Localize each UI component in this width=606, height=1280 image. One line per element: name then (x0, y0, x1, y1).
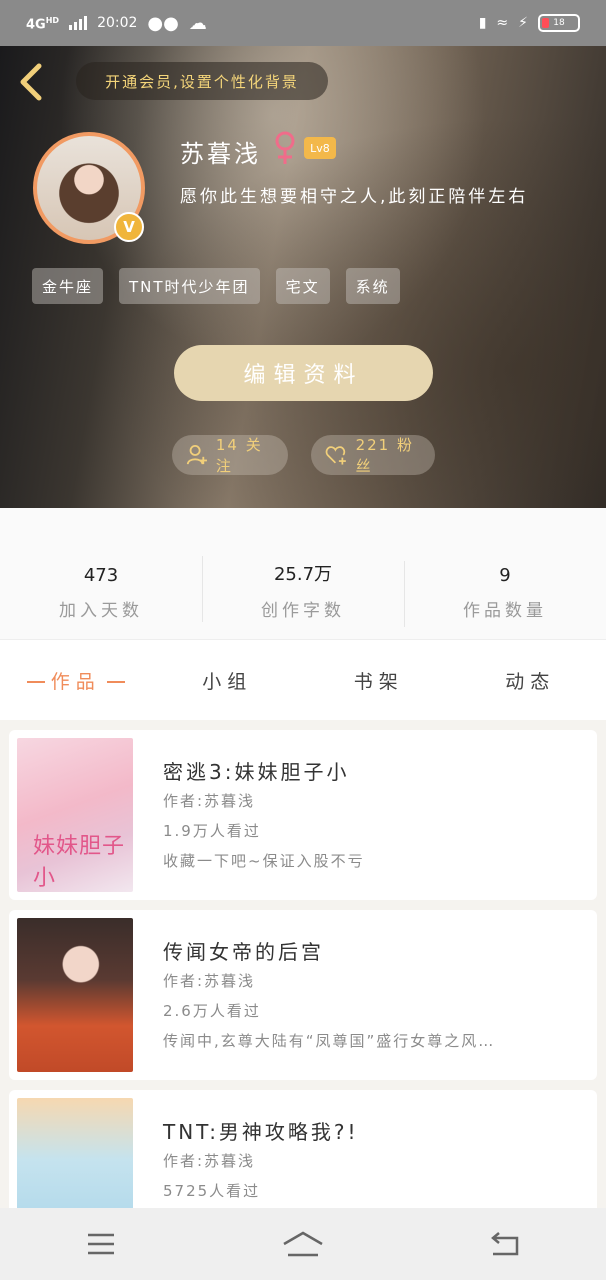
battery-icon: 18 (538, 14, 580, 32)
status-bar: 4GHD 20:02 ●● ☁ ▮ ≈ ⚡ 18 (0, 0, 606, 46)
tab-bookshelf[interactable]: 书架 (303, 667, 455, 694)
stat-works: 9 作品数量 (404, 561, 606, 627)
book-cover[interactable]: 妹妹胆子小 (17, 738, 133, 892)
stat-value: 9 (499, 565, 511, 586)
tab-label: 作品 (50, 670, 101, 693)
stat-label: 创作字数 (261, 601, 345, 621)
stat-value: 473 (83, 565, 119, 586)
work-description: 收藏一下吧~保证入股不亏 (163, 852, 365, 870)
signature: 愿你此生想要相守之人,此刻正陪伴左右 (180, 187, 529, 207)
signal-icon (69, 16, 88, 30)
username: 苏暮浅 (180, 140, 261, 168)
stat-words: 25.7万 创作字数 (202, 556, 404, 622)
wifi-icon: ≈ (496, 15, 509, 31)
work-author: 作者:苏暮浅 (163, 792, 256, 810)
female-icon (275, 131, 295, 164)
work-card[interactable]: 妹妹胆子小 密逃3:妹妹胆子小 作者:苏暮浅 1.9万人看过 收藏一下吧~保证入… (9, 730, 597, 900)
home-button[interactable] (273, 1219, 333, 1269)
verified-badge: V (114, 212, 144, 242)
stat-value: 25.7万 (273, 564, 333, 585)
back-button[interactable] (14, 62, 48, 102)
profile-header: 开通会员,设置个性化背景 V 苏暮浅 Lv8 愿你此生想要相守之人,此刻正陪伴左… (0, 46, 606, 508)
work-author: 作者:苏暮浅 (163, 972, 256, 990)
stats-bar: 473 加入天数 25.7万 创作字数 9 作品数量 (0, 508, 606, 640)
back-arrow-icon (491, 1232, 519, 1256)
tab-works[interactable]: 作品 (0, 667, 152, 694)
stat-label: 加入天数 (59, 601, 143, 621)
tab-updates[interactable]: 动态 (455, 667, 606, 694)
tag-fandom[interactable]: TNT时代少年团 (119, 268, 260, 304)
tag-list: 金牛座 TNT时代少年团 宅文 系统 (32, 268, 400, 304)
work-card[interactable]: 传闻女帝的后宫 作者:苏暮浅 2.6万人看过 传闻中,玄尊大陆有“凤尊国”盛行女… (9, 910, 597, 1080)
tag-zodiac[interactable]: 金牛座 (32, 268, 104, 304)
work-description: 传闻中,玄尊大陆有“凤尊国”盛行女尊之风… (163, 1032, 496, 1050)
wechat-icon: ●● (147, 12, 179, 34)
stat-days: 473 加入天数 (0, 565, 202, 621)
home-icon (283, 1231, 323, 1257)
tag-system[interactable]: 系统 (345, 268, 400, 304)
edit-profile-button[interactable]: 编辑资料 (174, 345, 433, 401)
cover-title: 妹妹胆子小 (33, 834, 126, 891)
work-title[interactable]: TNT:男神攻略我?! (163, 1116, 359, 1145)
level-badge: Lv8 (304, 137, 336, 159)
work-author: 作者:苏暮浅 (163, 1152, 256, 1170)
stat-label: 作品数量 (463, 601, 547, 621)
heart-plus-icon (325, 446, 346, 465)
works-list: 妹妹胆子小 密逃3:妹妹胆子小 作者:苏暮浅 1.9万人看过 收藏一下吧~保证入… (9, 730, 597, 1270)
tab-bar: 作品 小组 书架 动态 (0, 640, 606, 720)
add-user-icon (186, 444, 207, 465)
fans-button[interactable]: 221 粉丝 (311, 435, 435, 475)
battery-level: 18 (553, 18, 565, 28)
vip-banner-button[interactable]: 开通会员,设置个性化背景 (76, 62, 328, 100)
following-button[interactable]: 14 关注 (172, 435, 288, 475)
work-views: 1.9万人看过 (163, 822, 261, 840)
system-nav-bar (0, 1208, 606, 1280)
menu-icon (88, 1233, 114, 1255)
work-title[interactable]: 传闻女帝的后宫 (163, 936, 324, 965)
chevron-left-icon (20, 63, 42, 101)
clock: 20:02 (97, 15, 138, 31)
menu-button[interactable] (71, 1219, 131, 1269)
tag-genre[interactable]: 宅文 (275, 268, 330, 304)
network-indicator: 4GHD (26, 15, 60, 33)
work-title[interactable]: 密逃3:妹妹胆子小 (163, 756, 349, 785)
work-views: 5725人看过 (163, 1182, 261, 1200)
back-nav-button[interactable] (475, 1219, 535, 1269)
charging-icon: ⚡ (518, 15, 528, 31)
fans-count: 221 粉丝 (355, 436, 414, 475)
work-views: 2.6万人看过 (163, 1002, 261, 1020)
cloud-icon: ☁ (188, 12, 207, 34)
tab-groups[interactable]: 小组 (152, 667, 304, 694)
book-cover[interactable] (17, 918, 133, 1072)
following-count: 14 关注 (215, 436, 263, 475)
vibrate-icon: ▮ (478, 15, 487, 31)
